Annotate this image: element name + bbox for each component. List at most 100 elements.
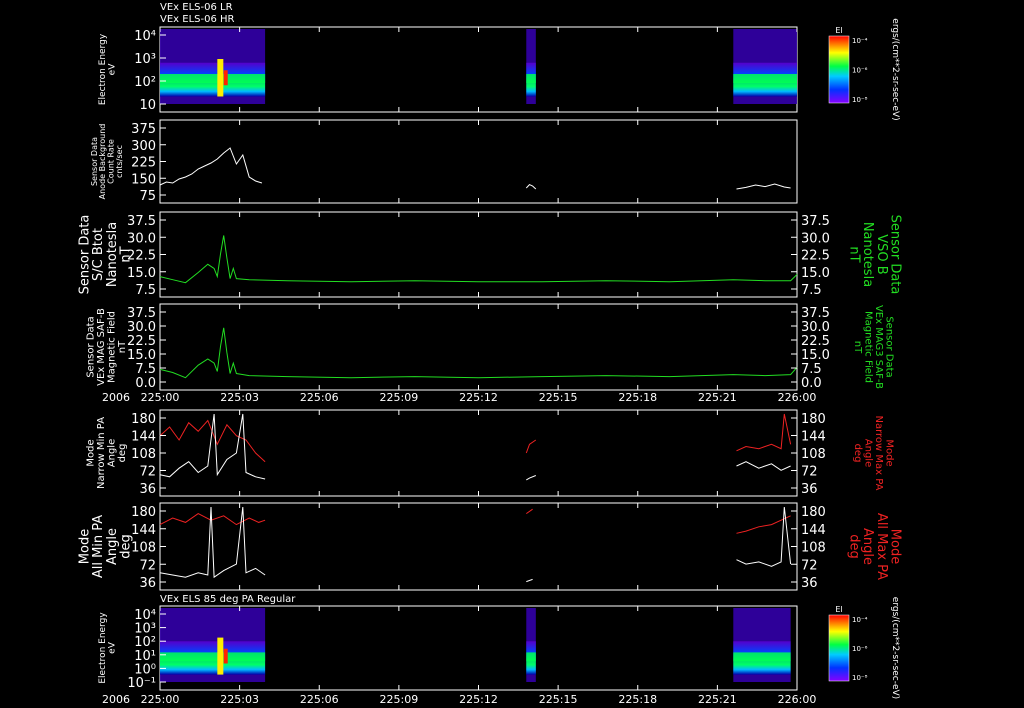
series-narrow-pa — [525, 439, 537, 454]
heatmap-els-85-core — [526, 652, 536, 662]
colorbar-tick: 10⁻⁶ — [852, 645, 868, 653]
yaxis-narrow-pa-tick-label: 72 — [139, 465, 156, 480]
right-label-mag-field-line: VEx MAG3 SAF-B — [873, 305, 884, 389]
time-axis-mid-tick-label: 225:03 — [220, 391, 259, 404]
panel-frame-mag-field — [159, 303, 798, 391]
heatmap-els-lr-core — [526, 74, 536, 83]
panel-els-85: Electron Energy eV10⁴10³10²10¹10⁰10⁻¹VEx … — [98, 594, 798, 691]
panel-title-els-85: VEx ELS 85 deg PA Regular — [160, 594, 296, 605]
series-all-pa — [526, 578, 533, 583]
time-axis-bottom-tick-label: 225:15 — [539, 693, 578, 706]
yaxis-mag-field-tick-label: 7.5 — [135, 362, 156, 377]
heatmap-els-85-core — [160, 652, 266, 662]
ylabel-btot: Sensor DataS/C BtotNanoteslanT — [78, 215, 134, 295]
yaxis-mag-field-tick-label-r: 37.5 — [801, 306, 830, 321]
colorbar-tick: 10⁻⁶ — [852, 67, 868, 75]
ylabel-els-lr: Electron Energy eV — [98, 33, 117, 105]
panel-all-pa: ModeAll Min PAAngledeg ModeAll Max PAAngl… — [78, 502, 903, 591]
time-axis-mid-tick-label: 225:00 — [141, 391, 180, 404]
time-axis-bottom-tick-label: 225:03 — [220, 693, 259, 706]
yaxis-narrow-pa-tick-label-r: 180 — [801, 412, 826, 427]
yaxis-mag-field-tick-label: 0.0 — [135, 376, 156, 391]
time-axis-mid-tick-label: 225:21 — [698, 391, 737, 404]
right-label-mag-field: Sensor DataVEx MAG3 SAF-BMagnetic Fieldn… — [852, 305, 895, 389]
panel-btot: Sensor DataS/C BtotNanoteslanT Sensor Dat… — [78, 211, 903, 298]
ylabel-els-lr-line: eV — [108, 63, 118, 76]
multi-panel-plot: Electron Energy eV10⁴10³10²10Sensor Data A… — [78, 18, 903, 706]
ylabel-narrow-pa-line: Narrow Min PA — [96, 417, 107, 489]
series-count-rate — [525, 183, 537, 190]
right-label-btot-line: nT — [847, 246, 862, 262]
series-narrow-pa — [736, 461, 791, 471]
yaxis-els-lr-tick-label: 10 — [139, 98, 156, 113]
yaxis-count-rate-tick-label: 150 — [131, 172, 156, 187]
time-axis-bottom-tick-label: 225:12 — [459, 693, 498, 706]
panel-els-lr: Electron Energy eV 10⁴ 10³ 10² 10 — [98, 26, 798, 113]
yaxis-btot-tick-label-r: 7.5 — [801, 283, 822, 298]
panel-mag-field: Sensor Data VEx MAG SAF-B Magnetic Field nT… — [86, 303, 895, 391]
panel-frame-count-rate — [159, 119, 798, 204]
right-label-narrow-pa: ModeNarrow Max PAAngledeg — [852, 416, 895, 491]
time-axis-mid-tick-label: 225:15 — [539, 391, 578, 404]
yaxis-all-pa-tick-label: 36 — [139, 576, 156, 591]
ylabel-mag-field-line: Sensor Data — [86, 316, 97, 377]
right-label-mag-field-line: Sensor Data — [884, 316, 895, 377]
yaxis-mag-field-tick-label-r: 22.5 — [801, 334, 830, 349]
colorbar-units: ergs/(cm**2-sr-sec-eV) — [890, 597, 900, 699]
right-label-narrow-pa-line: Mode — [884, 439, 895, 466]
colorbar-gradient — [828, 35, 850, 104]
ylabel-count-rate: Sensor Data Anode Background Count Rate cnt… — [90, 124, 124, 200]
yaxis-all-pa-tick-label-r: 180 — [801, 505, 826, 520]
heatmap-els-lr-peak — [223, 70, 228, 86]
ylabel-count-rate-line: cnts/sec — [115, 145, 124, 178]
heatmap-els-85-peak — [223, 648, 228, 664]
colorbar-gradient — [828, 614, 850, 682]
time-axis-mid-tick-label: 225:06 — [300, 391, 339, 404]
ylabel-els-85: Electron Energy eV — [98, 612, 117, 684]
colorbar-title: El — [835, 26, 842, 35]
yaxis-btot-tick-label-r: 15.0 — [801, 266, 830, 281]
right-label-btot: Sensor DataVSO BNanoteslanT — [847, 215, 903, 295]
time-axis-bottom-tick-label: 225:09 — [380, 693, 419, 706]
heatmap-els-lr-core — [160, 74, 266, 83]
yaxis-narrow-pa-tick-label: 144 — [131, 430, 156, 445]
time-axis-mid-year: 2006 — [102, 391, 130, 404]
panel-frame-btot — [159, 211, 798, 298]
colorbar-1: El 10⁻⁴ 10⁻⁶ 10⁻⁸ ergs/(cm**2-sr-sec-eV) — [828, 597, 900, 699]
yaxis-narrow-pa-tick-label: 180 — [131, 412, 156, 427]
right-label-narrow-pa-line: deg — [852, 444, 863, 463]
yaxis-narrow-pa-tick-label: 36 — [139, 482, 156, 497]
yaxis-mag-field-tick-label-r: 30.0 — [801, 320, 830, 335]
yaxis-all-pa-tick-label: 72 — [139, 558, 156, 573]
yaxis-count-rate-tick-label: 375 — [131, 122, 156, 137]
yaxis-mag-field-tick-label-r: 7.5 — [801, 362, 822, 377]
time-axis-bottom-tick-label: 225:21 — [698, 693, 737, 706]
time-axis-mid-tick-label: 225:18 — [618, 391, 657, 404]
yaxis-narrow-pa-tick-label-r: 36 — [801, 482, 818, 497]
colorbar-tick: 10⁻⁸ — [852, 96, 868, 104]
heatmap-els-85-hot — [217, 637, 224, 675]
heatmap-els-lr-hot — [217, 59, 224, 97]
yaxis-all-pa-tick-label: 144 — [131, 523, 156, 538]
yaxis-mag-field-tick-label: 15.0 — [127, 348, 156, 363]
time-axis-mid-tick-label: 225:09 — [380, 391, 419, 404]
colorbar-tick: 10⁻⁴ — [852, 616, 868, 624]
colorbar-title: El — [835, 605, 842, 614]
time-axis-mid-tick-label: 225:12 — [459, 391, 498, 404]
right-label-all-pa: ModeAll Max PAAngledeg — [847, 513, 903, 580]
yaxis-all-pa-tick-label-r: 72 — [801, 558, 818, 573]
series-all-pa — [159, 513, 266, 526]
heatmap-els-85-core — [733, 652, 791, 662]
yaxis-els-lr-tick-label: 10³ — [134, 52, 156, 67]
yaxis-btot-tick-label: 22.5 — [127, 249, 156, 264]
panel-count-rate: Sensor Data Anode Background Count Rate cnt… — [90, 119, 798, 204]
ylabel-mag-field-line: Magnetic Field — [107, 311, 118, 383]
ylabel-narrow-pa-line: deg — [117, 444, 128, 463]
time-axis-bottom-tick-label: 225:18 — [618, 693, 657, 706]
series-btot — [159, 235, 798, 284]
yaxis-els-lr-tick-label: 10² — [134, 75, 156, 90]
series-narrow-pa — [159, 413, 266, 480]
yaxis-mag-field-tick-label: 22.5 — [127, 334, 156, 349]
yaxis-all-pa-tick-label: 108 — [131, 541, 156, 556]
yaxis-btot-tick-label: 37.5 — [127, 214, 156, 229]
